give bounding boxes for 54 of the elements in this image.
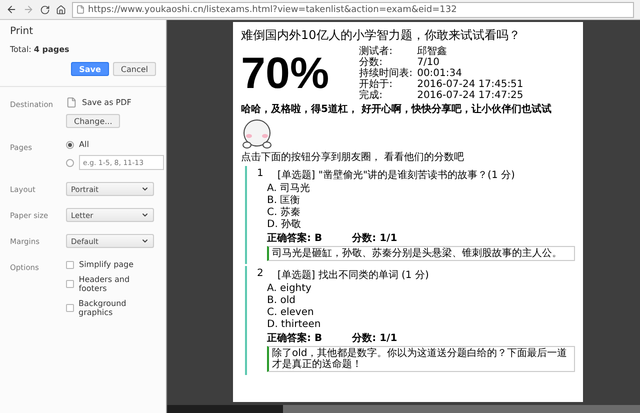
checkbox-label: Headers and footers	[78, 275, 131, 293]
checkbox-label: Background graphics	[78, 299, 128, 317]
question-score: 分数: 1/1	[352, 332, 398, 345]
radio-button[interactable]	[66, 140, 74, 148]
checkbox[interactable]	[66, 260, 74, 268]
correct-answer: 正确答案: B	[267, 231, 322, 245]
answer-option: C. eleven	[257, 307, 575, 318]
checkbox[interactable]	[66, 304, 74, 312]
answer-option: D. 孙敬	[257, 219, 575, 230]
scrollbar[interactable]	[283, 405, 640, 413]
explanation: 司马光是砸缸，孙敬、苏秦分别是头悬梁、锥刺股故事的主人公。	[267, 246, 575, 261]
score-percent: 70%	[241, 52, 330, 96]
back-icon[interactable]	[6, 4, 17, 15]
answer-option: B. 匡衡	[257, 195, 575, 206]
sticker-drawing	[241, 118, 273, 150]
stat-value: 2016-07-24 17:45:51	[417, 79, 524, 90]
page-total: Total: 4 pages	[10, 45, 70, 54]
reload-icon[interactable]	[40, 4, 50, 14]
question-number: 1	[257, 168, 264, 181]
stat-value: 邱智鑫	[417, 46, 448, 57]
answer-option: B. old	[257, 295, 575, 306]
stat-label: 完成:	[359, 90, 384, 101]
correct-answer: 正确答案: B	[267, 331, 322, 345]
quiz-title: 难倒国内外10亿人的小学智力题，你敢来试试看吗？	[241, 27, 522, 44]
answer-option: D. thirteen	[257, 319, 575, 330]
radio-label: All	[79, 140, 89, 149]
explanation: 除了old，其他都是数字。你以为这道送分题白给的？下面最后一道才是真正的送命题！	[267, 346, 575, 372]
stat-value: 00:01:34	[417, 68, 463, 79]
destination-name: Save as PDF	[82, 98, 132, 107]
stat-value: 2016-07-24 17:47:25	[417, 90, 524, 101]
answer-option: C. 苏秦	[257, 207, 575, 218]
document-icon	[66, 97, 77, 108]
question-text: [单选题] 找出不同类的单词 (1 分)	[277, 268, 429, 282]
stat-value: 7/10	[417, 57, 441, 68]
answer-option: A. eighty	[257, 283, 575, 294]
result-message: 哈哈，及格啦，得5道杠， 好开心啊，快快分享吧，让小伙伴们也试试	[241, 103, 552, 116]
radio-button[interactable]	[66, 158, 74, 166]
change-button[interactable]: Change...	[66, 114, 120, 128]
stat-label: 开始于:	[359, 79, 394, 90]
question-number: 2	[257, 268, 264, 281]
address-bar[interactable]: https://www.youkaoshi.cn/listexams.html?view=takenlist&action=exam&eid=132	[72, 2, 634, 18]
question-score: 分数: 1/1	[352, 232, 398, 245]
question-text: [单选题] "凿壁偷光"讲的是谁刻苦读书的故事？(1 分)	[277, 168, 515, 182]
stat-label: 测试者:	[359, 46, 394, 57]
checkbox-label: Simplify page	[79, 260, 134, 269]
stat-label: 持续时间表:	[359, 68, 414, 79]
cancel-button[interactable]: Cancel	[112, 62, 156, 76]
forward-icon[interactable]	[23, 4, 34, 15]
home-icon[interactable]	[56, 4, 66, 14]
stat-label: 分数:	[359, 57, 382, 68]
dialog-title: Print	[10, 26, 34, 37]
share-prompt: 点击下面的按钮分享到朋友圈， 看看他们的分数吧	[241, 152, 466, 164]
checkbox[interactable]	[66, 280, 74, 288]
answer-option: A. 司马光	[257, 183, 575, 194]
